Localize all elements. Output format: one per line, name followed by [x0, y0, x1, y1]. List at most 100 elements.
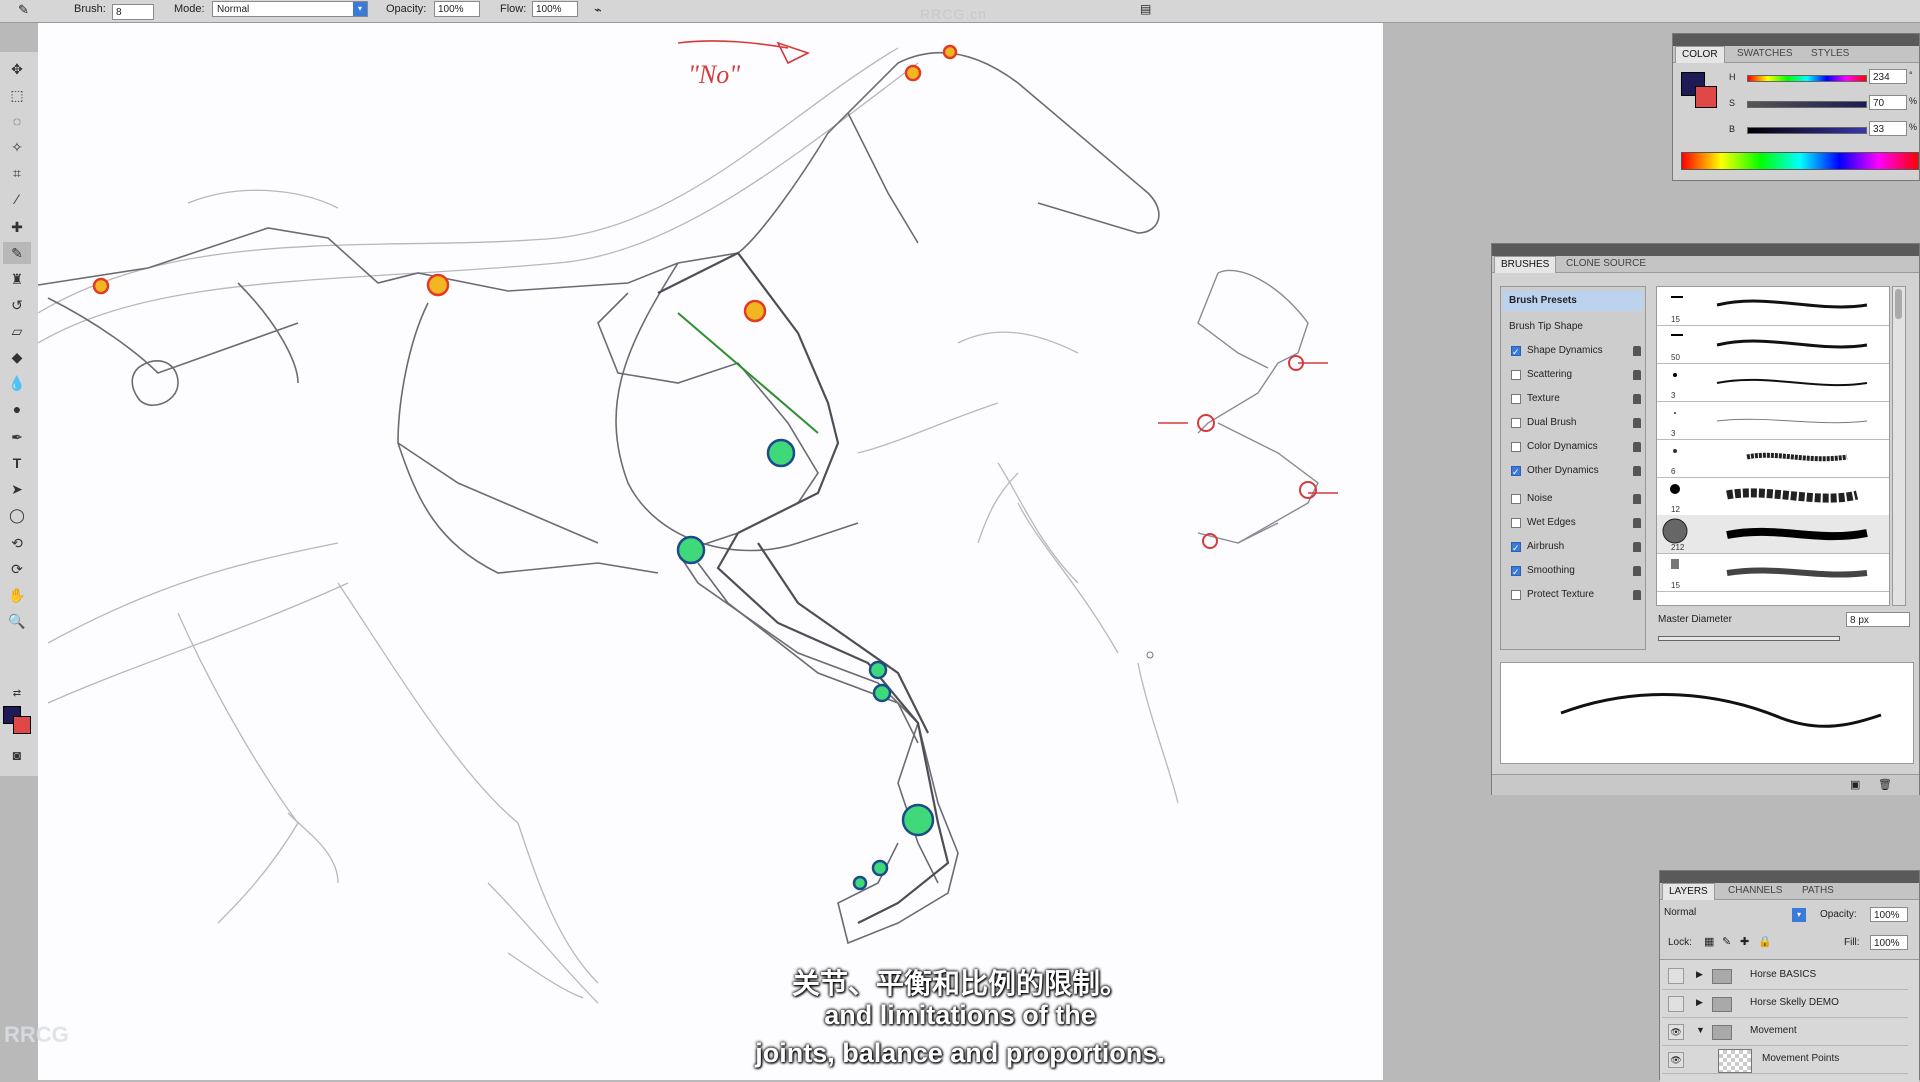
eyedropper-tool-icon[interactable]: ⁄: [3, 188, 31, 210]
shape-dynamics-item[interactable]: Shape Dynamics: [1503, 341, 1643, 362]
history-brush-tool-icon[interactable]: ↺: [3, 294, 31, 316]
airbrush-checkbox[interactable]: [1511, 538, 1521, 558]
airbrush-item[interactable]: Airbrush: [1503, 537, 1643, 558]
s-field[interactable]: 70: [1869, 95, 1907, 110]
dodge-tool-icon[interactable]: ●: [3, 398, 31, 420]
path-selection-tool-icon[interactable]: ➤: [3, 478, 31, 500]
other-dynamics-checkbox[interactable]: [1511, 462, 1521, 482]
dual-brush-checkbox[interactable]: [1511, 418, 1521, 428]
brush-tool-icon[interactable]: ✎: [18, 2, 29, 18]
master-diameter-slider[interactable]: [1658, 636, 1840, 641]
layer-opacity-field[interactable]: 100%: [1870, 907, 1908, 922]
color-dynamics-checkbox[interactable]: [1511, 442, 1521, 452]
brush-preset-row[interactable]: 3: [1657, 401, 1889, 440]
lock-icon[interactable]: [1633, 590, 1641, 600]
canvas[interactable]: "No": [38, 23, 1383, 1080]
s-slider[interactable]: [1747, 101, 1867, 108]
background-color-swatch[interactable]: [13, 716, 31, 734]
tab-clone-source[interactable]: CLONE SOURCE: [1560, 256, 1652, 272]
trash-icon[interactable]: 🗑: [1878, 778, 1892, 791]
zoom-tool-icon[interactable]: 🔍: [3, 610, 31, 632]
blur-tool-icon[interactable]: 💧: [3, 372, 31, 394]
layers-panel-grip[interactable]: [1660, 871, 1919, 883]
airbrush-icon[interactable]: ⌁: [594, 2, 602, 18]
scattering-item[interactable]: Scattering: [1503, 365, 1643, 385]
noise-item[interactable]: Noise: [1503, 489, 1643, 509]
color-dynamics-item[interactable]: Color Dynamics: [1503, 437, 1643, 457]
brush-size-field[interactable]: 8: [112, 4, 154, 20]
wet-edges-checkbox[interactable]: [1511, 518, 1521, 528]
tab-swatches[interactable]: SWATCHES: [1731, 46, 1799, 62]
tab-color[interactable]: COLOR: [1675, 46, 1725, 63]
protect-texture-item[interactable]: Protect Texture: [1503, 585, 1643, 605]
fill-field[interactable]: 100%: [1870, 935, 1908, 950]
lock-icon[interactable]: [1633, 566, 1641, 576]
noise-checkbox[interactable]: [1511, 494, 1521, 504]
brush-tool-icon[interactable]: ✎: [3, 242, 31, 264]
h-field[interactable]: 234: [1869, 69, 1907, 84]
other-dynamics-item[interactable]: Other Dynamics: [1503, 461, 1643, 482]
opacity-field[interactable]: 100%: [434, 1, 480, 17]
brush-preset-row[interactable]: 12: [1657, 477, 1889, 516]
brush-preset-row[interactable]: 15: [1657, 287, 1889, 326]
shape-tool-icon[interactable]: ◯: [3, 504, 31, 526]
mode-select[interactable]: Normal ▾: [212, 1, 368, 17]
background-color-chip[interactable]: [1695, 86, 1717, 108]
type-tool-icon[interactable]: T: [3, 452, 31, 474]
brush-preset-row[interactable]: 6: [1657, 439, 1889, 478]
crop-tool-icon[interactable]: ⌗: [3, 162, 31, 184]
lock-icon[interactable]: [1633, 494, 1641, 504]
color-panel-grip[interactable]: [1673, 34, 1919, 46]
brush-presets-item[interactable]: Brush Presets: [1503, 291, 1643, 311]
texture-checkbox[interactable]: [1511, 394, 1521, 404]
lock-icon[interactable]: [1633, 542, 1641, 552]
magic-wand-tool-icon[interactable]: ✧: [3, 136, 31, 158]
healing-tool-icon[interactable]: ✚: [3, 216, 31, 238]
lock-icon[interactable]: [1633, 418, 1641, 428]
pen-tool-icon[interactable]: ✒: [3, 426, 31, 448]
wet-edges-item[interactable]: Wet Edges: [1503, 513, 1643, 533]
lock-brush-icon[interactable]: ✎: [1722, 935, 1731, 948]
brush-tip-shape-item[interactable]: Brush Tip Shape: [1503, 317, 1643, 337]
protect-texture-checkbox[interactable]: [1511, 590, 1521, 600]
brush-preset-row[interactable]: 3: [1657, 363, 1889, 402]
blend-mode-select[interactable]: Normal ▾: [1664, 907, 1806, 925]
paint-bucket-tool-icon[interactable]: ◆: [3, 346, 31, 368]
stamp-tool-icon[interactable]: ♜: [3, 268, 31, 290]
lasso-tool-icon[interactable]: ◌: [3, 110, 31, 132]
dual-brush-item[interactable]: Dual Brush: [1503, 413, 1643, 433]
lock-all-icon[interactable]: 🔒: [1758, 935, 1772, 948]
eraser-tool-icon[interactable]: ▱: [3, 320, 31, 342]
lock-icon[interactable]: [1633, 370, 1641, 380]
lock-transparent-icon[interactable]: ▦: [1704, 935, 1714, 948]
lock-icon[interactable]: [1633, 346, 1641, 356]
b-field[interactable]: 33: [1869, 121, 1907, 136]
brush-preset-row[interactable]: 15: [1657, 553, 1889, 592]
tab-layers[interactable]: LAYERS: [1662, 883, 1715, 900]
tab-brushes[interactable]: BRUSHES: [1494, 256, 1557, 273]
tab-channels[interactable]: CHANNELS: [1722, 883, 1788, 899]
smoothing-checkbox[interactable]: [1511, 562, 1521, 582]
texture-item[interactable]: Texture: [1503, 389, 1643, 409]
3d-rotate-tool-icon[interactable]: ⟲: [3, 532, 31, 554]
color-spectrum-ramp[interactable]: [1681, 152, 1919, 170]
lock-icon[interactable]: [1633, 518, 1641, 528]
quick-mask-icon[interactable]: ◙: [3, 744, 31, 766]
new-preset-icon[interactable]: ▣: [1850, 778, 1860, 791]
3d-orbit-tool-icon[interactable]: ⟳: [3, 558, 31, 580]
brush-grid-scroll-thumb[interactable]: [1895, 289, 1902, 319]
marquee-tool-icon[interactable]: ⬚: [3, 84, 31, 106]
brush-grid-scrollbar[interactable]: [1892, 286, 1906, 606]
move-tool-icon[interactable]: ✥: [3, 58, 31, 80]
scattering-checkbox[interactable]: [1511, 370, 1521, 380]
lock-icon[interactable]: [1633, 466, 1641, 476]
brushes-panel-grip[interactable]: [1492, 244, 1919, 256]
tab-paths[interactable]: PATHS: [1796, 883, 1840, 899]
lock-icon[interactable]: [1633, 394, 1641, 404]
hand-tool-icon[interactable]: ✋: [3, 584, 31, 606]
smoothing-item[interactable]: Smoothing: [1503, 561, 1643, 582]
flow-field[interactable]: 100%: [532, 1, 578, 17]
panel-menu-icon[interactable]: ▤: [1140, 2, 1151, 16]
shape-dynamics-checkbox[interactable]: [1511, 342, 1521, 362]
brush-preset-row[interactable]: 212: [1657, 515, 1889, 554]
